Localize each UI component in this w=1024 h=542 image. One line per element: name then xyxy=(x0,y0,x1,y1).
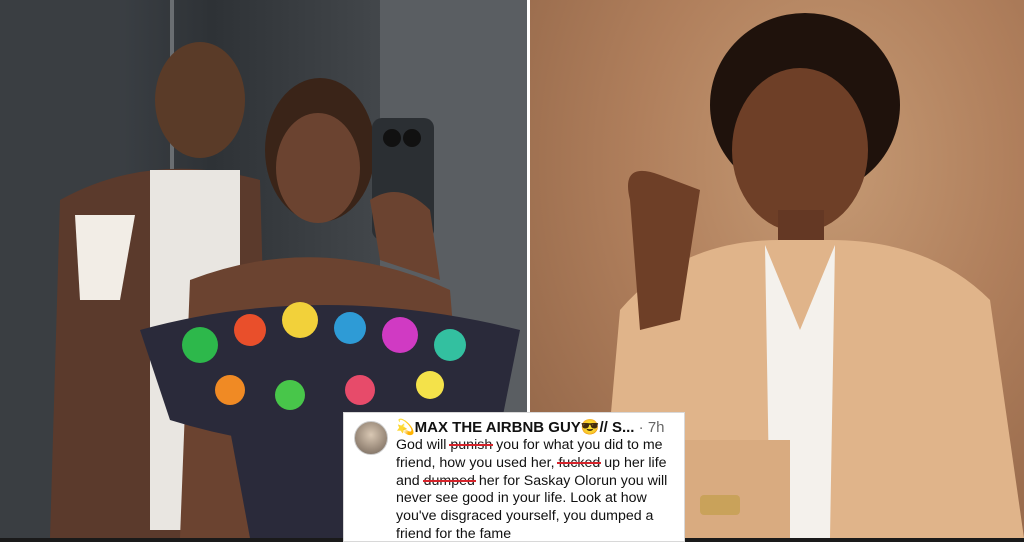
censored-word: punish xyxy=(450,437,493,453)
tweet-author[interactable]: 💫MAX THE AIRBNB GUY😎// S... xyxy=(396,419,634,436)
tweet-text-part: God will xyxy=(396,437,451,453)
censored-word: fucked xyxy=(558,454,601,471)
avatar[interactable] xyxy=(354,421,388,455)
tweet-separator: · xyxy=(634,419,648,436)
tweet-card: 💫MAX THE AIRBNB GUY😎// S... · 7h God wil… xyxy=(343,412,685,542)
tweet-header: 💫MAX THE AIRBNB GUY😎// S... · 7h xyxy=(396,418,676,436)
tweet-text: God will punish you for what you did to … xyxy=(396,437,678,541)
censored-word: dumped xyxy=(423,472,475,489)
tweet-time[interactable]: 7h xyxy=(648,419,665,436)
